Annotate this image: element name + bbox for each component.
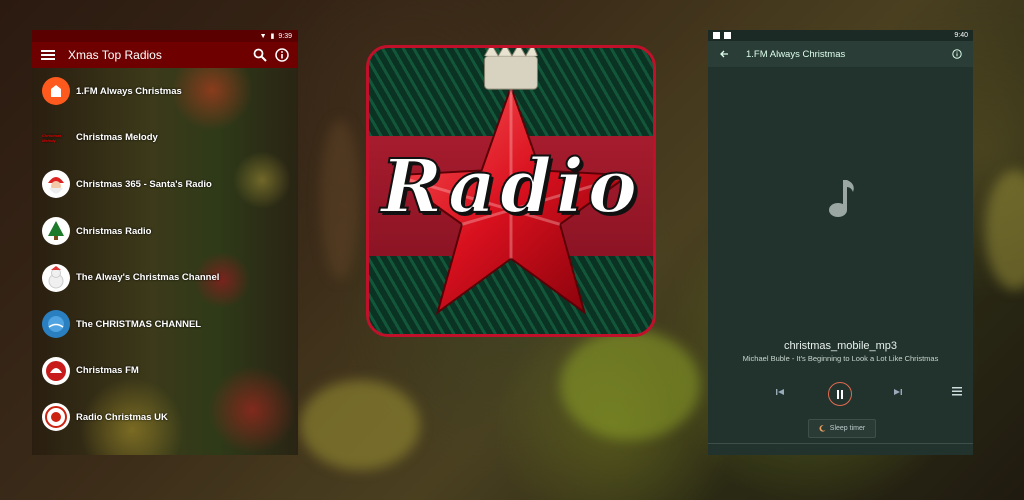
station-name: The Alway's Christmas Channel: [76, 272, 220, 284]
app-icon: Radio: [366, 45, 656, 337]
station-logo: Christmas Melody: [42, 132, 62, 143]
station-logo: [42, 356, 70, 385]
station-item[interactable]: The Alway's Christmas Channel: [32, 254, 298, 301]
menu-icon[interactable]: [40, 47, 56, 63]
station-name: Christmas Radio: [76, 225, 152, 237]
santa-logo: [42, 170, 70, 199]
music-note-icon: [829, 180, 854, 217]
station-title: 1.FM Always Christmas: [746, 48, 846, 60]
playlist-icon[interactable]: [952, 387, 962, 396]
status-time: 9:39: [278, 32, 292, 40]
station-logo: [42, 403, 70, 432]
station-name: Christmas FM: [76, 365, 139, 377]
station-name: 1.FM Always Christmas: [76, 85, 182, 97]
info-icon[interactable]: [949, 46, 965, 62]
station-name: Christmas Melody: [76, 132, 158, 144]
right-phone-screen: 9:40 1.FM Always Christmas christmas_mob…: [708, 30, 973, 455]
left-phone-screen: ▼ ▮ 9:39 Xmas Top Radios 1.FM Always Chr…: [32, 30, 298, 455]
app-bar: Xmas Top Radios: [32, 42, 298, 68]
pause-button[interactable]: [828, 382, 852, 406]
station-logo: [42, 310, 70, 339]
station-name: Radio Christmas UK: [76, 411, 168, 423]
player-app-bar: 1.FM Always Christmas: [708, 41, 973, 67]
background-ornament: [985, 170, 1024, 290]
station-item[interactable]: Christmas 365 - Santa's Radio: [32, 161, 298, 208]
snowman-logo: [42, 263, 70, 292]
search-icon[interactable]: [252, 47, 268, 63]
station-item[interactable]: Christmas Radio: [32, 208, 298, 255]
radio-logo-text: Radio: [380, 143, 642, 231]
sleep-timer-label: Sleep timer: [829, 425, 866, 432]
background-ornament: [300, 380, 420, 470]
station-name: The CHRISTMAS CHANNEL: [76, 318, 202, 330]
station-logo: [42, 77, 70, 106]
divider: [708, 443, 973, 444]
back-arrow-icon[interactable]: [716, 46, 732, 62]
status-bar: 9:40: [708, 30, 973, 41]
track-artist: Michael Buble - It's Beginning to Look a…: [742, 354, 939, 363]
battery-icon: ▮: [270, 33, 275, 40]
background-ornament: [560, 330, 700, 440]
moon-icon: [819, 425, 826, 432]
notification-icon: [724, 32, 731, 39]
tree-logo: [42, 217, 70, 246]
pause-icon: [837, 389, 843, 399]
sleep-timer-button[interactable]: Sleep timer: [808, 419, 876, 438]
notification-icon: [713, 32, 720, 39]
skip-previous-icon[interactable]: [776, 388, 784, 396]
track-title: christmas_mobile_mp3: [783, 340, 898, 352]
station-item[interactable]: Radio Christmas UK: [32, 394, 298, 441]
background-ornament: [320, 120, 360, 280]
station-item[interactable]: 1.FM Always Christmas: [32, 68, 298, 115]
skip-next-icon[interactable]: [894, 388, 902, 396]
status-time: 9:40: [954, 32, 968, 39]
station-name: Christmas 365 - Santa's Radio: [76, 178, 212, 190]
wifi-icon: ▼: [259, 32, 267, 40]
status-bar: ▼ ▮ 9:39: [32, 30, 298, 42]
player-controls: [708, 382, 973, 406]
info-icon[interactable]: [274, 47, 290, 63]
station-item[interactable]: Christmas Melody Christmas Melody: [32, 115, 298, 162]
app-title: Xmas Top Radios: [68, 48, 162, 62]
station-item[interactable]: Christmas FM: [32, 348, 298, 395]
station-item[interactable]: The CHRISTMAS CHANNEL: [32, 301, 298, 348]
